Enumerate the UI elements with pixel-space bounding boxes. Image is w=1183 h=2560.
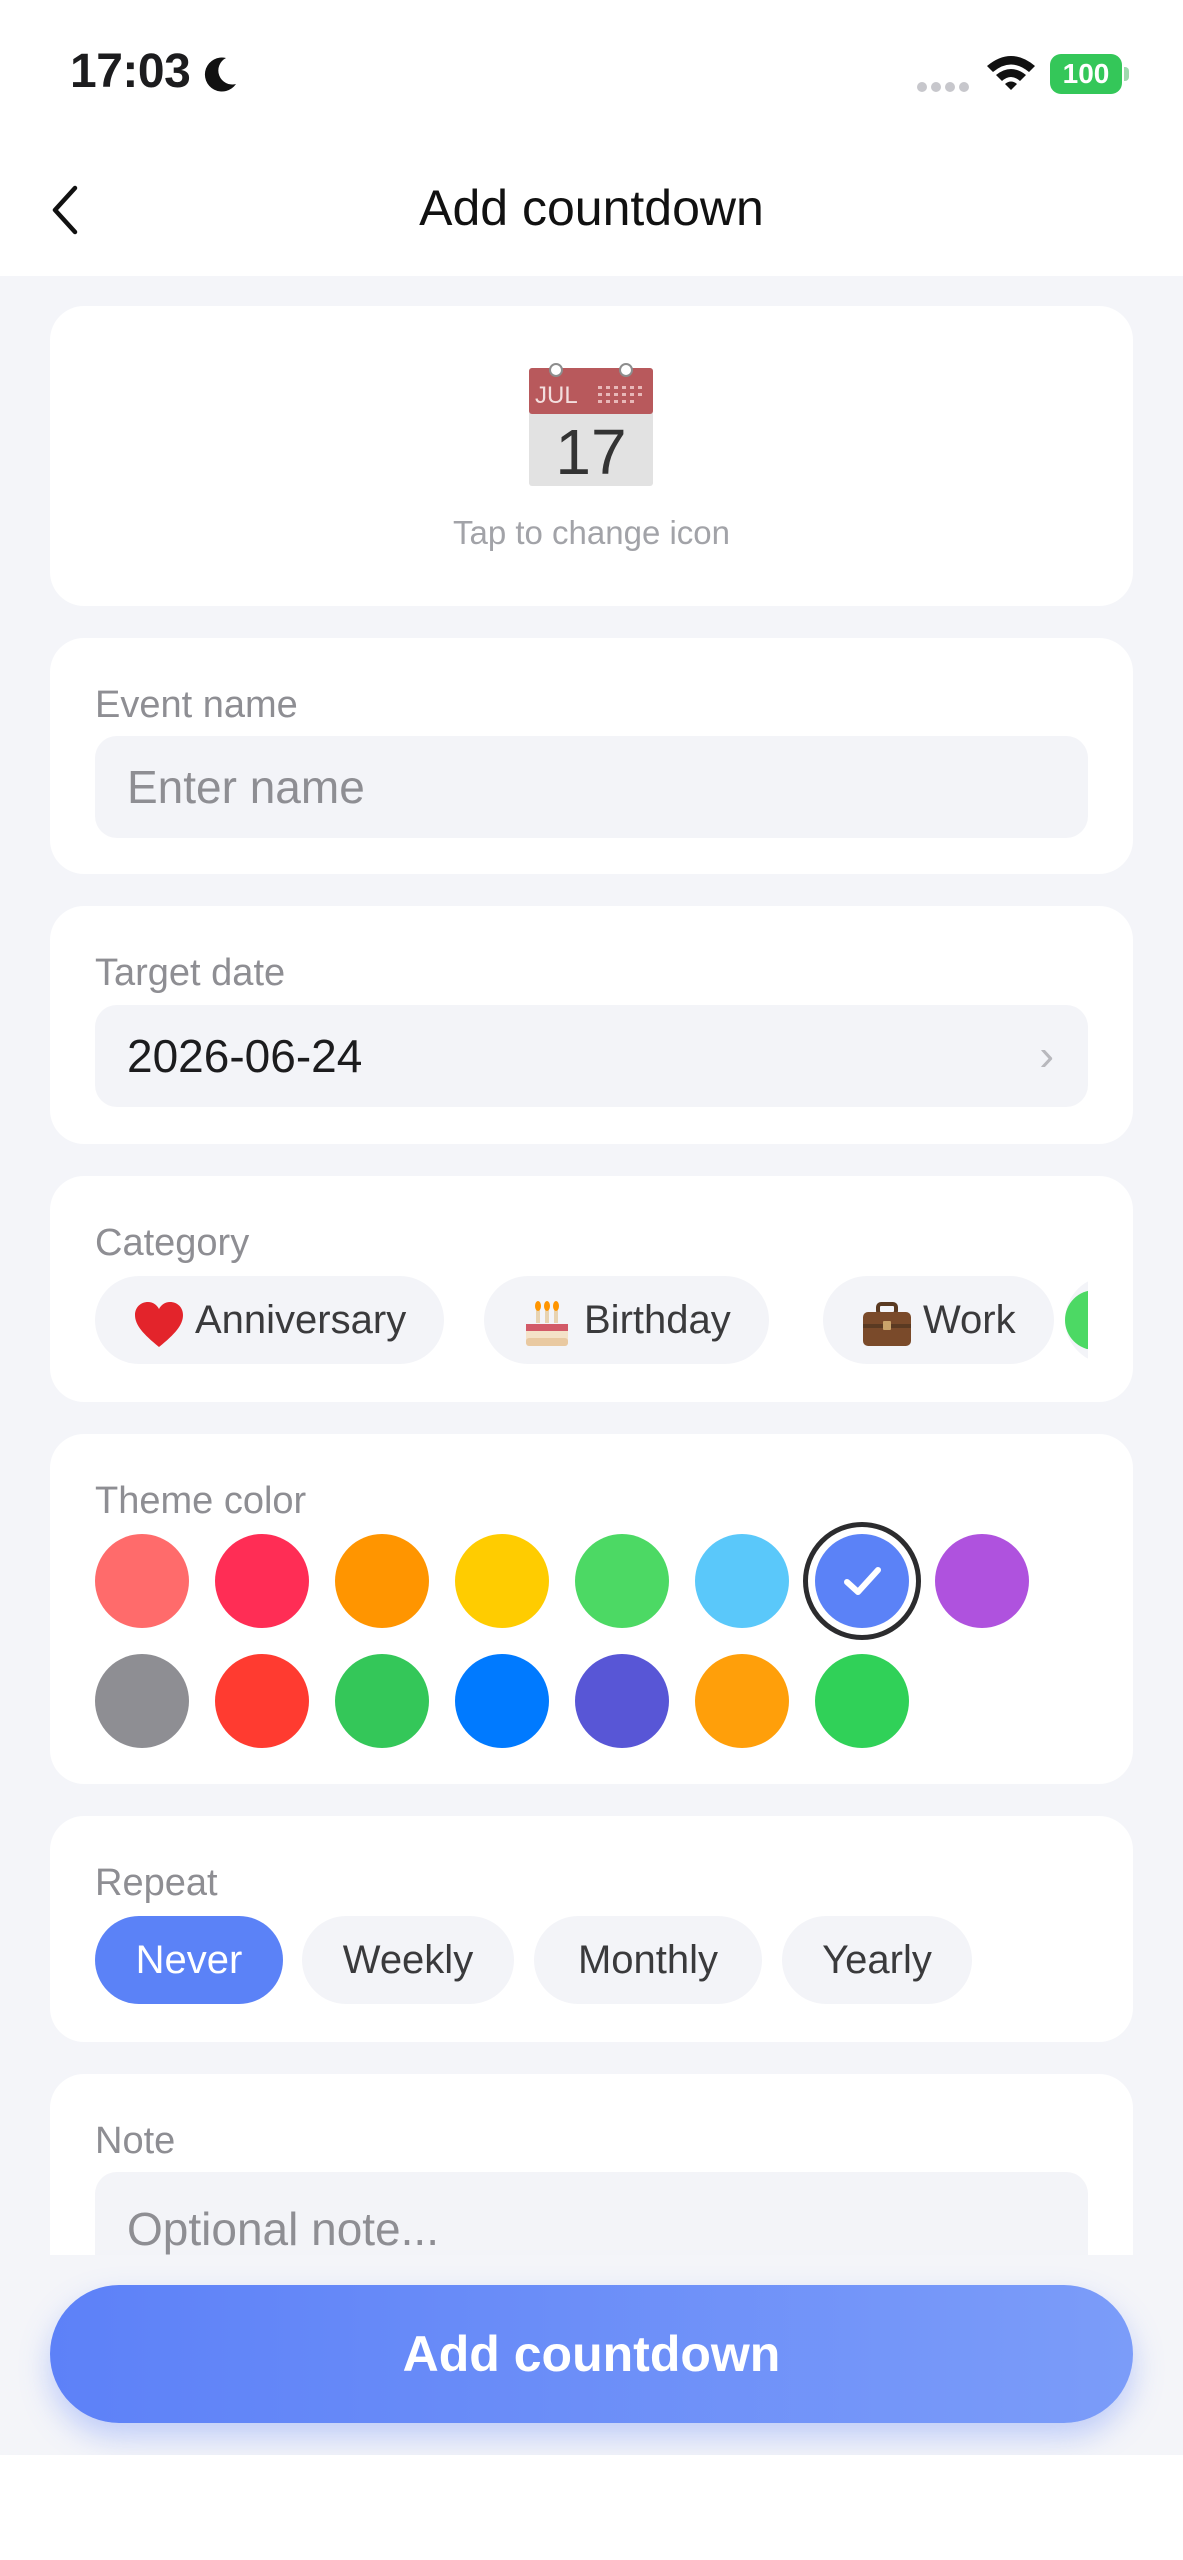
- color-swatch-indigo[interactable]: [575, 1654, 669, 1748]
- color-swatch-orange[interactable]: [335, 1534, 429, 1628]
- note-card: Note Optional note...: [50, 2074, 1133, 2255]
- category-chip-label: Anniversary: [195, 1298, 407, 1342]
- status-bar: 17:03 100: [0, 0, 1183, 140]
- category-chip-label: Birthday: [584, 1298, 731, 1342]
- icon-picker-card[interactable]: JUL 17 Tap to change icon: [50, 306, 1133, 606]
- event-name-placeholder: Enter name: [127, 761, 365, 813]
- back-button[interactable]: [30, 170, 100, 250]
- battery-cap: [1124, 67, 1129, 81]
- note-field[interactable]: Optional note...: [95, 2172, 1088, 2255]
- repeat-card: Repeat Never Weekly Monthly Yearly: [50, 1816, 1133, 2042]
- note-label: Note: [95, 2120, 176, 2162]
- calendar-day: 17: [555, 416, 626, 488]
- color-swatch-red[interactable]: [215, 1654, 309, 1748]
- signal-icon: [917, 82, 969, 92]
- category-chip-label: Work: [923, 1298, 1016, 1342]
- wifi-icon: [987, 56, 1035, 90]
- form-content[interactable]: JUL 17 Tap to change icon Event name Ent…: [0, 276, 1183, 2255]
- color-swatch-orange-2[interactable]: [695, 1654, 789, 1748]
- calendar-icon[interactable]: JUL 17: [526, 362, 656, 488]
- theme-color-card: Theme color: [50, 1434, 1133, 1784]
- moon-icon: [204, 57, 236, 92]
- bottom-action-bar: Add countdown: [0, 2255, 1183, 2455]
- color-swatch-purple[interactable]: [935, 1534, 1029, 1628]
- category-chip-birthday[interactable]: Birthday: [484, 1276, 769, 1364]
- color-swatch-gray[interactable]: [95, 1654, 189, 1748]
- repeat-option-never[interactable]: Never: [95, 1916, 283, 2004]
- status-time: 17:03: [70, 45, 191, 98]
- battery-icon: 100: [1050, 54, 1130, 94]
- chevron-right-icon: ›: [1039, 1031, 1054, 1080]
- color-swatch-pink[interactable]: [215, 1534, 309, 1628]
- note-placeholder: Optional note...: [127, 2203, 439, 2255]
- briefcase-icon: [861, 1278, 913, 1366]
- repeat-option-monthly[interactable]: Monthly: [534, 1916, 762, 2004]
- add-countdown-screen: 17:03 100 Add countdown JUL 17 Tap to ch…: [0, 0, 1183, 2560]
- color-swatch-green-3[interactable]: [815, 1654, 909, 1748]
- event-name-field[interactable]: Enter name: [95, 736, 1088, 838]
- cake-icon: [522, 1278, 574, 1366]
- calendar-month: JUL: [535, 382, 578, 409]
- color-swatch-sky[interactable]: [695, 1534, 789, 1628]
- color-swatch-blue-selected[interactable]: [815, 1534, 909, 1628]
- color-swatch-yellow[interactable]: [455, 1534, 549, 1628]
- event-name-label: Event name: [95, 684, 298, 726]
- battery-level: 100: [1050, 54, 1122, 94]
- category-chip-anniversary[interactable]: Anniversary: [95, 1276, 445, 1366]
- event-name-card: Event name Enter name: [50, 638, 1133, 874]
- target-date-label: Target date: [95, 952, 286, 994]
- category-chip-work[interactable]: Work: [823, 1276, 1054, 1364]
- repeat-option-weekly[interactable]: Weekly: [302, 1916, 514, 2004]
- repeat-option-yearly[interactable]: Yearly: [782, 1916, 972, 2004]
- page-title: Add countdown: [419, 180, 764, 236]
- color-swatch-blue-2[interactable]: [455, 1654, 549, 1748]
- color-swatch-green-2[interactable]: [335, 1654, 429, 1748]
- chevron-left-icon: [52, 185, 78, 235]
- heart-icon: [133, 1278, 185, 1366]
- category-chip-more[interactable]: [1065, 1276, 1088, 1364]
- repeat-label: Repeat: [95, 1862, 218, 1904]
- category-scroll[interactable]: Anniversary Birthday Work: [95, 1176, 1088, 1402]
- target-date-value: 2026-06-24: [127, 1030, 363, 1082]
- home-indicator-area: [0, 2455, 1183, 2560]
- add-countdown-button[interactable]: Add countdown: [50, 2285, 1133, 2423]
- color-swatch-green[interactable]: [575, 1534, 669, 1628]
- icon-hint: Tap to change icon: [452, 514, 731, 551]
- color-swatch-coral[interactable]: [95, 1534, 189, 1628]
- theme-color-label: Theme color: [95, 1480, 307, 1522]
- nav-bar: Add countdown: [0, 140, 1183, 276]
- category-chip-more-icon: [1065, 1290, 1088, 1350]
- checkmark-icon: [844, 1567, 881, 1595]
- category-card: Category Anniversary Birthday Work: [50, 1176, 1133, 1402]
- target-date-field[interactable]: 2026-06-24 ›: [95, 1005, 1088, 1107]
- target-date-card: Target date 2026-06-24 ›: [50, 906, 1133, 1144]
